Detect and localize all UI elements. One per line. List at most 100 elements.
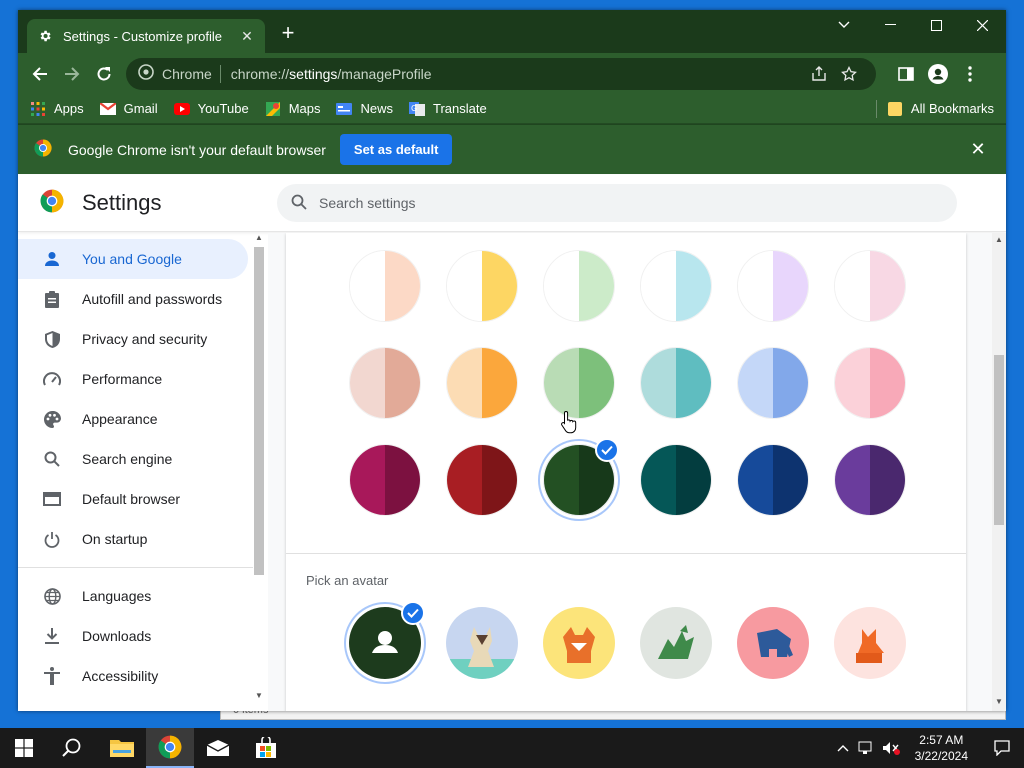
maximize-icon[interactable]	[913, 10, 959, 40]
settings-page: Settings You and Google Autofill and pas…	[18, 175, 1006, 711]
side-panel-icon[interactable]	[890, 58, 922, 90]
color-swatch[interactable]	[349, 444, 421, 516]
sidebar-item-label: Performance	[82, 371, 163, 387]
site-label: Chrome	[162, 65, 212, 82]
shield-icon	[42, 329, 62, 349]
tab-close-icon[interactable]: ✕	[239, 28, 255, 45]
search-input[interactable]	[319, 195, 919, 211]
color-swatch[interactable]	[737, 250, 809, 322]
taskbar-clock[interactable]: 2:57 AM 3/22/2024	[915, 732, 968, 764]
color-swatch[interactable]	[834, 250, 906, 322]
origami-dragon-avatar[interactable]	[640, 607, 712, 679]
youtube-icon	[173, 101, 190, 117]
color-swatch[interactable]	[737, 444, 809, 516]
tab-search-chevron-icon[interactable]	[821, 10, 867, 40]
set-as-default-button[interactable]: Set as default	[339, 134, 453, 165]
mail-icon[interactable]	[194, 728, 242, 768]
sidebar-item-search-engine[interactable]: Search engine	[18, 439, 248, 479]
main-scroll-thumb[interactable]	[994, 355, 1004, 525]
more-menu-icon[interactable]	[954, 58, 986, 90]
gear-icon	[37, 28, 53, 44]
color-swatch[interactable]	[834, 347, 906, 419]
sidebar-item-label: Appearance	[82, 411, 158, 427]
chrome-taskbar-icon[interactable]	[146, 728, 194, 768]
scroll-up-arrow-icon[interactable]: ▲	[995, 235, 1003, 244]
search-settings-box[interactable]	[277, 184, 957, 222]
origami-elephant-avatar[interactable]	[737, 607, 809, 679]
speedometer-icon	[42, 369, 62, 389]
sidebar-item-privacy[interactable]: Privacy and security	[18, 319, 248, 359]
bookmark-gmail[interactable]: Gmail	[99, 101, 158, 117]
bookmark-apps[interactable]: Apps	[30, 101, 84, 117]
address-bar[interactable]: Chrome chrome://settings/manageProfile	[126, 57, 876, 90]
color-swatch[interactable]	[446, 444, 518, 516]
globe-icon	[42, 586, 62, 606]
infobar-message: Google Chrome isn't your default browser	[68, 141, 326, 158]
color-swatch[interactable]	[834, 444, 906, 516]
title-bar: Settings - Customize profile ✕ +	[18, 10, 1006, 53]
scroll-down-arrow-icon[interactable]: ▼	[255, 691, 263, 700]
file-explorer-icon[interactable]	[98, 728, 146, 768]
bookmark-star-icon[interactable]	[834, 65, 864, 82]
forward-arrow-icon[interactable]	[56, 58, 88, 90]
color-swatch[interactable]	[640, 347, 712, 419]
color-swatch[interactable]	[543, 347, 615, 419]
reload-icon[interactable]	[88, 58, 120, 90]
sidebar-item-default-browser[interactable]: Default browser	[18, 479, 248, 519]
pick-avatar-heading: Pick an avatar	[306, 573, 389, 588]
share-icon[interactable]	[804, 65, 834, 82]
close-window-icon[interactable]	[959, 10, 1005, 40]
color-swatch[interactable]	[640, 250, 712, 322]
color-swatch[interactable]	[446, 250, 518, 322]
chrome-logo-icon	[34, 139, 52, 160]
url-text: chrome://settings/manageProfile	[230, 65, 432, 82]
folder-icon	[887, 101, 903, 117]
bookmark-translate[interactable]: G Translate	[409, 101, 487, 117]
color-swatch[interactable]	[543, 250, 615, 322]
origami-fox-avatar[interactable]	[543, 607, 615, 679]
all-bookmarks-label: All Bookmarks	[910, 101, 994, 116]
origami-cat-avatar[interactable]	[446, 607, 518, 679]
sidebar-scrollbar[interactable]: ▲ ▼	[252, 233, 266, 703]
all-bookmarks-button[interactable]: All Bookmarks	[887, 101, 994, 117]
sidebar-item-appearance[interactable]: Appearance	[18, 399, 248, 439]
sidebar-item-performance[interactable]: Performance	[18, 359, 248, 399]
volume-muted-icon[interactable]	[879, 741, 903, 755]
main-scrollbar[interactable]: ▲ ▼	[992, 233, 1006, 711]
color-swatch[interactable]	[737, 347, 809, 419]
network-icon[interactable]	[855, 741, 879, 755]
color-swatch[interactable]	[640, 444, 712, 516]
new-tab-button[interactable]: +	[276, 22, 300, 46]
color-swatch[interactable]	[446, 347, 518, 419]
sidebar-item-autofill[interactable]: Autofill and passwords	[18, 279, 248, 319]
default-browser-infobar: Google Chrome isn't your default browser…	[18, 124, 1006, 174]
store-icon[interactable]	[242, 728, 290, 768]
profile-avatar-icon[interactable]	[922, 58, 954, 90]
sidebar-item-you-and-google[interactable]: You and Google	[18, 239, 248, 279]
color-swatch[interactable]	[349, 250, 421, 322]
infobar-close-icon[interactable]: ✕	[966, 139, 990, 160]
start-button[interactable]	[0, 728, 48, 768]
notification-icon[interactable]	[980, 740, 1024, 756]
chevron-up-icon[interactable]	[831, 744, 855, 752]
color-swatch[interactable]	[349, 347, 421, 419]
section-divider	[286, 553, 966, 554]
scroll-up-arrow-icon[interactable]: ▲	[255, 233, 263, 242]
sidebar-scroll-thumb[interactable]	[254, 247, 264, 575]
scroll-down-arrow-icon[interactable]: ▼	[995, 697, 1003, 706]
sidebar-divider	[18, 567, 253, 568]
bookmark-maps[interactable]: Maps	[265, 101, 320, 117]
taskbar-search-icon[interactable]	[48, 728, 96, 768]
sidebar-item-downloads[interactable]: Downloads	[18, 616, 248, 656]
sidebar-item-languages[interactable]: Languages	[18, 576, 248, 616]
sidebar-item-on-startup[interactable]: On startup	[18, 519, 248, 559]
sidebar-item-accessibility[interactable]: Accessibility	[18, 656, 248, 696]
bookmark-youtube[interactable]: YouTube	[173, 101, 249, 117]
bookmark-news[interactable]: News	[336, 101, 393, 117]
origami-red-fox-avatar[interactable]	[834, 607, 906, 679]
minimize-icon[interactable]	[867, 10, 913, 40]
back-arrow-icon[interactable]	[24, 58, 56, 90]
svg-text:G: G	[411, 104, 417, 113]
tab-settings[interactable]: Settings - Customize profile ✕	[27, 19, 265, 53]
bookmarks-divider	[875, 99, 877, 118]
